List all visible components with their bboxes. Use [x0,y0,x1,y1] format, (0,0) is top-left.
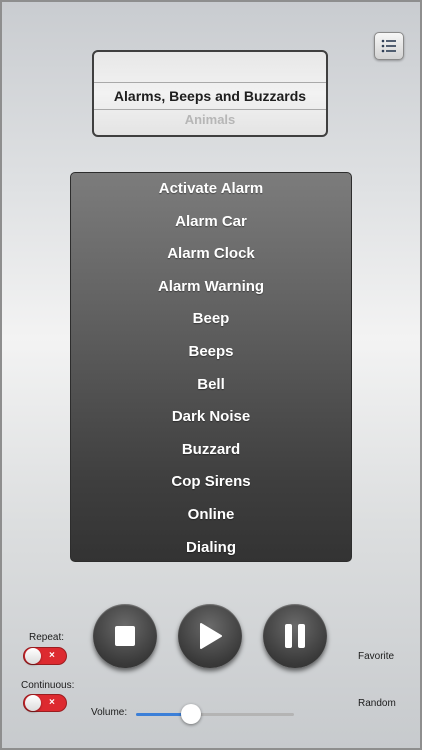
picker-selected-category[interactable]: Alarms, Beeps and Buzzards [94,88,326,104]
volume-slider-thumb[interactable] [181,704,202,724]
sound-item[interactable]: Activate Alarm [71,173,351,206]
continuous-label: Continuous: [21,680,75,691]
sound-list[interactable]: Activate Alarm Alarm Car Alarm Clock Ala… [70,172,352,562]
play-icon [200,623,222,649]
sound-item[interactable]: Beeps [71,336,351,369]
play-button[interactable] [178,604,242,668]
volume-label: Volume: [91,707,128,718]
sound-item[interactable]: Alarm Warning [71,271,351,304]
category-picker[interactable]: Alarms, Beeps and Buzzards Animals [92,50,328,137]
favorite-button[interactable]: Favorite [358,651,394,662]
sound-item[interactable]: Beep [71,303,351,336]
toggle-off-mark: × [49,697,55,708]
sound-item[interactable]: Dark Noise [71,401,351,434]
stop-icon [115,626,135,646]
sound-item[interactable]: Bell [71,369,351,402]
continuous-toggle[interactable]: × [23,694,67,712]
sound-item[interactable]: Buzzard [71,434,351,467]
picker-next-category[interactable]: Animals [94,112,326,127]
sound-item[interactable]: Dialing [71,532,351,561]
toggle-off-mark: × [49,650,55,661]
app-screen: Alarms, Beeps and Buzzards Animals Activ… [2,2,420,748]
stop-button[interactable] [93,604,157,668]
repeat-toggle[interactable]: × [23,647,67,665]
volume-slider[interactable] [136,704,294,724]
repeat-label: Repeat: [29,632,65,643]
pause-icon [285,624,305,648]
random-button[interactable]: Random [358,698,396,709]
list-button[interactable] [374,32,404,60]
sound-item[interactable]: Alarm Clock [71,238,351,271]
list-icon [381,39,396,53]
sound-item[interactable]: Cop Sirens [71,466,351,499]
toggle-knob [25,695,41,711]
pause-button[interactable] [263,604,327,668]
sound-item[interactable]: Alarm Car [71,206,351,239]
toggle-knob [25,648,41,664]
sound-item[interactable]: Online [71,499,351,532]
